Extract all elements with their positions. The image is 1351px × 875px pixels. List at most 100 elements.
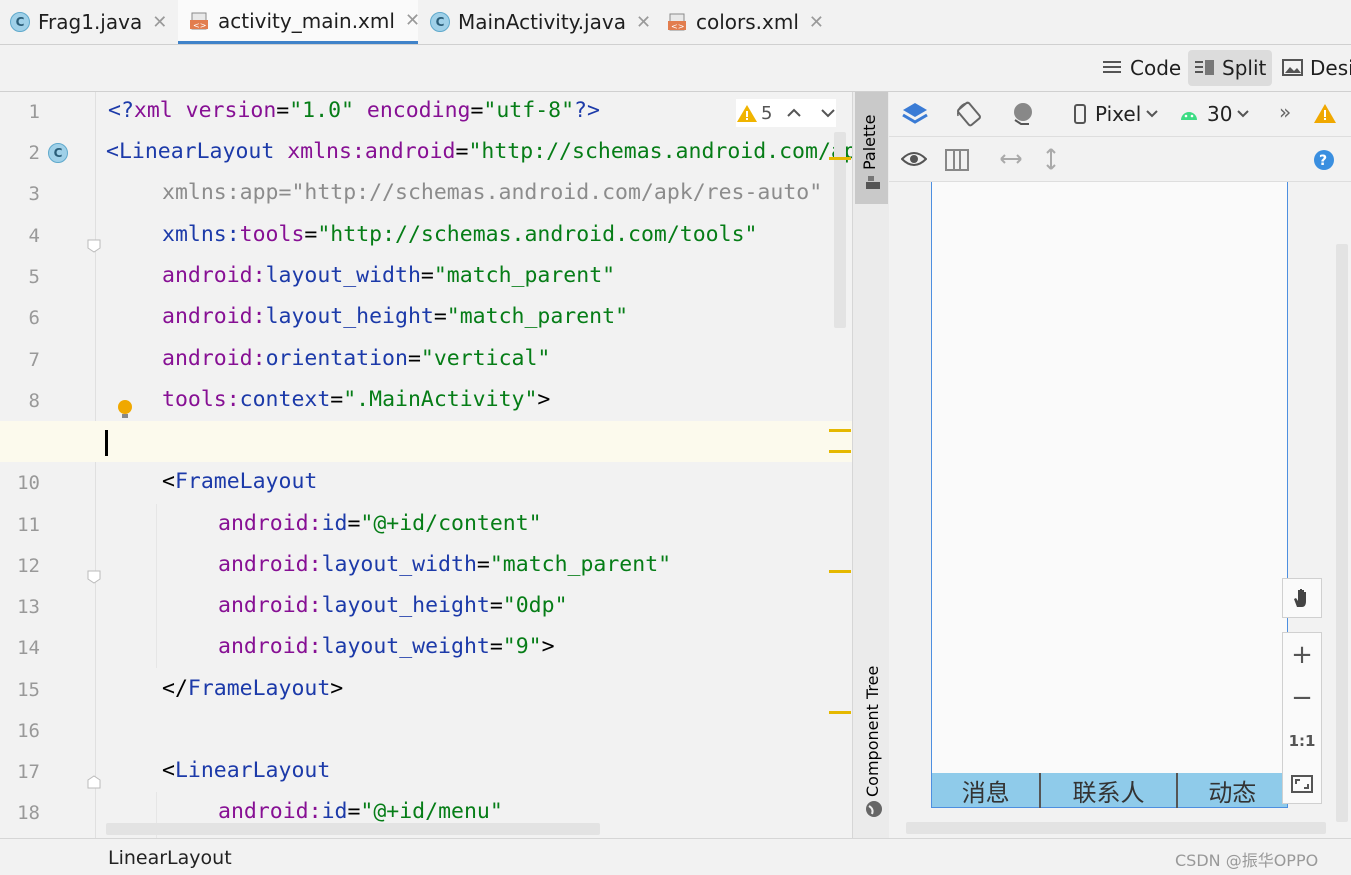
text-cursor [105, 430, 108, 456]
code-line-11: android:id="@+id/content" [218, 511, 542, 536]
line-number: 14 [17, 637, 40, 659]
component-tree-label: Component Tree [863, 665, 882, 797]
line-number: 4 [28, 225, 40, 247]
tab-colors-xml[interactable]: <> colors.xml ✕ [668, 0, 828, 44]
code-line-12: android:layout_width="match_parent" [218, 552, 672, 577]
split-mode-label: Split [1222, 56, 1267, 80]
zoom-in-button[interactable]: + [1283, 633, 1321, 676]
code-line-10: <FrameLayout [162, 469, 318, 494]
code-line-5: android:layout_width="match_parent" [162, 263, 616, 288]
design-mode-button[interactable]: Desig [1276, 50, 1351, 86]
warning-marker[interactable] [829, 157, 851, 160]
rotate-icon[interactable] [955, 100, 983, 128]
image-icon [1282, 59, 1303, 76]
split-mode-button[interactable]: Split [1188, 50, 1273, 86]
svg-text:?: ? [1319, 153, 1327, 169]
design-toolbar-bottom: ? [889, 137, 1351, 182]
zoom-actual-size-button[interactable]: 1:1 [1283, 719, 1321, 762]
chevron-up-icon[interactable] [786, 105, 802, 121]
tab-mainactivity-java[interactable]: C MainActivity.java ✕ [430, 0, 655, 44]
line-number: 6 [28, 307, 40, 329]
phone-icon [1074, 104, 1086, 124]
vertical-scrollbar[interactable] [834, 132, 846, 328]
line-number: 17 [17, 761, 40, 783]
tab-label: Frag1.java [38, 10, 143, 34]
help-icon[interactable]: ? [1313, 149, 1335, 171]
chevron-down-icon [1146, 110, 1158, 118]
tab-frag1-java[interactable]: C Frag1.java ✕ [10, 0, 175, 44]
design-horizontal-scrollbar[interactable] [906, 822, 1326, 834]
vertical-resize-icon[interactable] [1043, 147, 1059, 171]
menu-item-messages[interactable]: 消息 [932, 772, 1042, 808]
warning-marker[interactable] [829, 570, 851, 573]
design-toolbar-top: Pixel 30 » [889, 92, 1351, 137]
line-number: 12 [17, 555, 40, 577]
warning-icon[interactable] [1313, 102, 1337, 124]
line-number: 13 [17, 596, 40, 618]
editor-tab-bar: C Frag1.java ✕ <> activity_main.xml ✕ C … [0, 0, 1351, 45]
horizontal-resize-icon[interactable] [999, 151, 1023, 167]
code-line-6: android:layout_height="match_parent" [162, 304, 629, 329]
api-level-selector[interactable]: 30 [1179, 100, 1250, 128]
code-mode-button[interactable]: Code [1096, 50, 1187, 86]
code-line-2: <LinearLayout xmlns:android="http://sche… [106, 139, 852, 164]
code-editor[interactable]: <?xml version="1.0" encoding="utf-8"?> <… [96, 92, 852, 838]
line-number: 15 [17, 679, 40, 701]
more-actions-icon[interactable]: » [1279, 100, 1291, 124]
tool-window-strip: Palette Component Tree [852, 92, 890, 838]
svg-text:<>: <> [671, 22, 684, 31]
code-line-1: <?xml version="1.0" encoding="utf-8"?> [108, 98, 600, 123]
xml-file-icon: <> [668, 12, 688, 32]
tab-activity-main-xml[interactable]: <> activity_main.xml ✕ [178, 0, 420, 44]
tab-label: colors.xml [696, 10, 799, 34]
line-number: 18 [17, 802, 40, 824]
pan-button[interactable] [1282, 578, 1322, 618]
warning-marker[interactable] [829, 450, 851, 453]
device-selector[interactable]: Pixel [1073, 100, 1159, 128]
line-number: 10 [17, 472, 40, 494]
line-number: 3 [28, 183, 40, 205]
close-icon[interactable]: ✕ [405, 10, 420, 31]
horizontal-scrollbar[interactable] [106, 823, 600, 835]
warning-count: 5 [761, 102, 773, 124]
code-line-8: tools:context=".MainActivity"> [162, 387, 551, 412]
warning-marker[interactable] [829, 711, 851, 714]
code-line-15: </FrameLayout> [162, 676, 344, 701]
eye-icon[interactable] [901, 149, 927, 171]
line-number: 16 [17, 720, 40, 742]
split-view-icon [1195, 60, 1214, 75]
chevron-down-icon[interactable] [820, 105, 836, 121]
class-reference-icon[interactable]: C [48, 143, 68, 163]
tab-label: activity_main.xml [218, 8, 395, 33]
java-class-icon: C [10, 12, 30, 32]
zoom-to-fit-button[interactable] [1283, 762, 1321, 805]
hand-icon [1294, 589, 1306, 607]
api-level-label: 30 [1207, 102, 1233, 126]
close-icon[interactable]: ✕ [636, 12, 651, 33]
close-icon[interactable]: ✕ [152, 12, 167, 33]
menu-item-moments[interactable]: 动态 [1178, 773, 1287, 808]
theme-icon[interactable] [1009, 100, 1037, 128]
tab-label: MainActivity.java [458, 10, 626, 34]
menu-item-contacts[interactable]: 联系人 [1041, 772, 1178, 808]
component-tree-tab[interactable]: Component Tree [855, 652, 888, 822]
design-vertical-scrollbar[interactable] [1336, 244, 1348, 822]
zoom-out-button[interactable]: − [1283, 676, 1321, 719]
line-number: 5 [28, 266, 40, 288]
palette-label: Palette [860, 114, 879, 170]
fit-screen-icon [1291, 774, 1313, 793]
palette-tab[interactable]: Palette [855, 92, 888, 204]
inspection-widget[interactable]: 5 [736, 99, 837, 127]
blueprint-icon[interactable] [945, 149, 969, 171]
breadcrumb[interactable]: LinearLayout [108, 847, 232, 869]
code-line-14: android:layout_weight="9"> [218, 634, 555, 659]
design-mode-label: Desig [1310, 56, 1351, 80]
android-icon [1181, 112, 1197, 120]
device-preview[interactable] [931, 182, 1288, 808]
java-class-icon: C [430, 12, 450, 32]
close-icon[interactable]: ✕ [809, 12, 824, 33]
code-mode-label: Code [1130, 56, 1182, 80]
watermark: CSDN @振华OPPO [1175, 851, 1319, 870]
warning-marker[interactable] [829, 429, 851, 432]
layers-icon[interactable] [901, 100, 929, 128]
